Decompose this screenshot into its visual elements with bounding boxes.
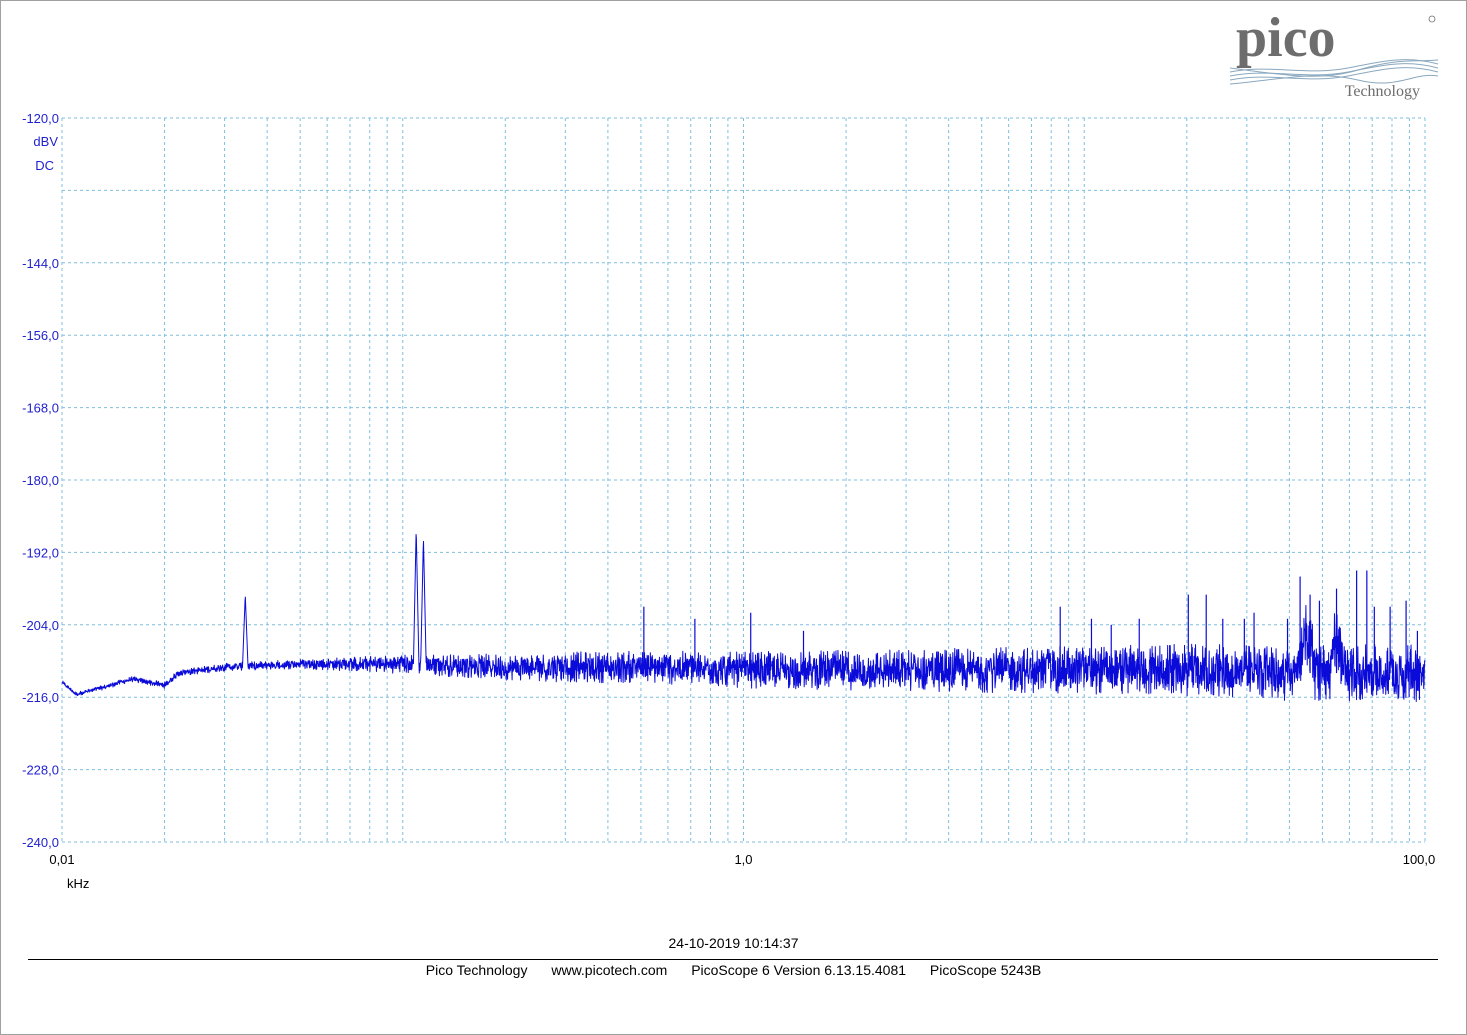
x-tick-label: 0,01 bbox=[49, 852, 74, 867]
y-tick-label: -204,0 bbox=[22, 618, 59, 633]
x-axis-ticks: 0,01 1,0 100,0 bbox=[49, 852, 1435, 867]
spectrum-chart: -120,0 -144,0 -156,0 -168,0 -180,0 -192,0 -204… bbox=[22, 111, 1435, 891]
footer-software: PicoScope 6 Version 6.13.15.4081 bbox=[691, 962, 907, 978]
y-tick-label: -216,0 bbox=[22, 690, 59, 705]
y-axis-unit: dBV bbox=[33, 134, 58, 149]
footer-website: www.picotech.com bbox=[551, 962, 668, 978]
pico-technology-logo: pico Technology bbox=[1228, 7, 1443, 102]
footer-info: Pico Technology www.picotech.com PicoSco… bbox=[0, 962, 1467, 978]
y-axis-coupling: DC bbox=[35, 158, 54, 173]
y-tick-label: -192,0 bbox=[22, 545, 59, 560]
y-tick-label: -120,0 bbox=[22, 111, 59, 126]
x-tick-label: 1,0 bbox=[734, 852, 752, 867]
y-tick-label: -144,0 bbox=[22, 256, 59, 271]
y-axis-ticks: -120,0 -144,0 -156,0 -168,0 -180,0 -192,0 -204… bbox=[22, 111, 59, 850]
logo-subtitle: Technology bbox=[1345, 83, 1420, 100]
y-tick-label: -180,0 bbox=[22, 473, 59, 488]
logo-wordmark: pico bbox=[1236, 10, 1336, 69]
x-tick-label: 100,0 bbox=[1403, 852, 1436, 867]
y-tick-label: -228,0 bbox=[22, 763, 59, 778]
timestamp: 24-10-2019 10:14:37 bbox=[668, 935, 799, 951]
y-tick-label: -168,0 bbox=[22, 401, 59, 416]
registered-icon bbox=[1428, 15, 1436, 23]
footer-divider bbox=[28, 959, 1438, 960]
y-tick-label: -240,0 bbox=[22, 835, 59, 850]
x-axis-label: kHz bbox=[67, 876, 89, 891]
footer-company: Pico Technology bbox=[425, 962, 528, 978]
grid bbox=[61, 117, 1426, 843]
footer-device: PicoScope 5243B bbox=[929, 962, 1042, 978]
y-tick-label: -156,0 bbox=[22, 328, 59, 343]
